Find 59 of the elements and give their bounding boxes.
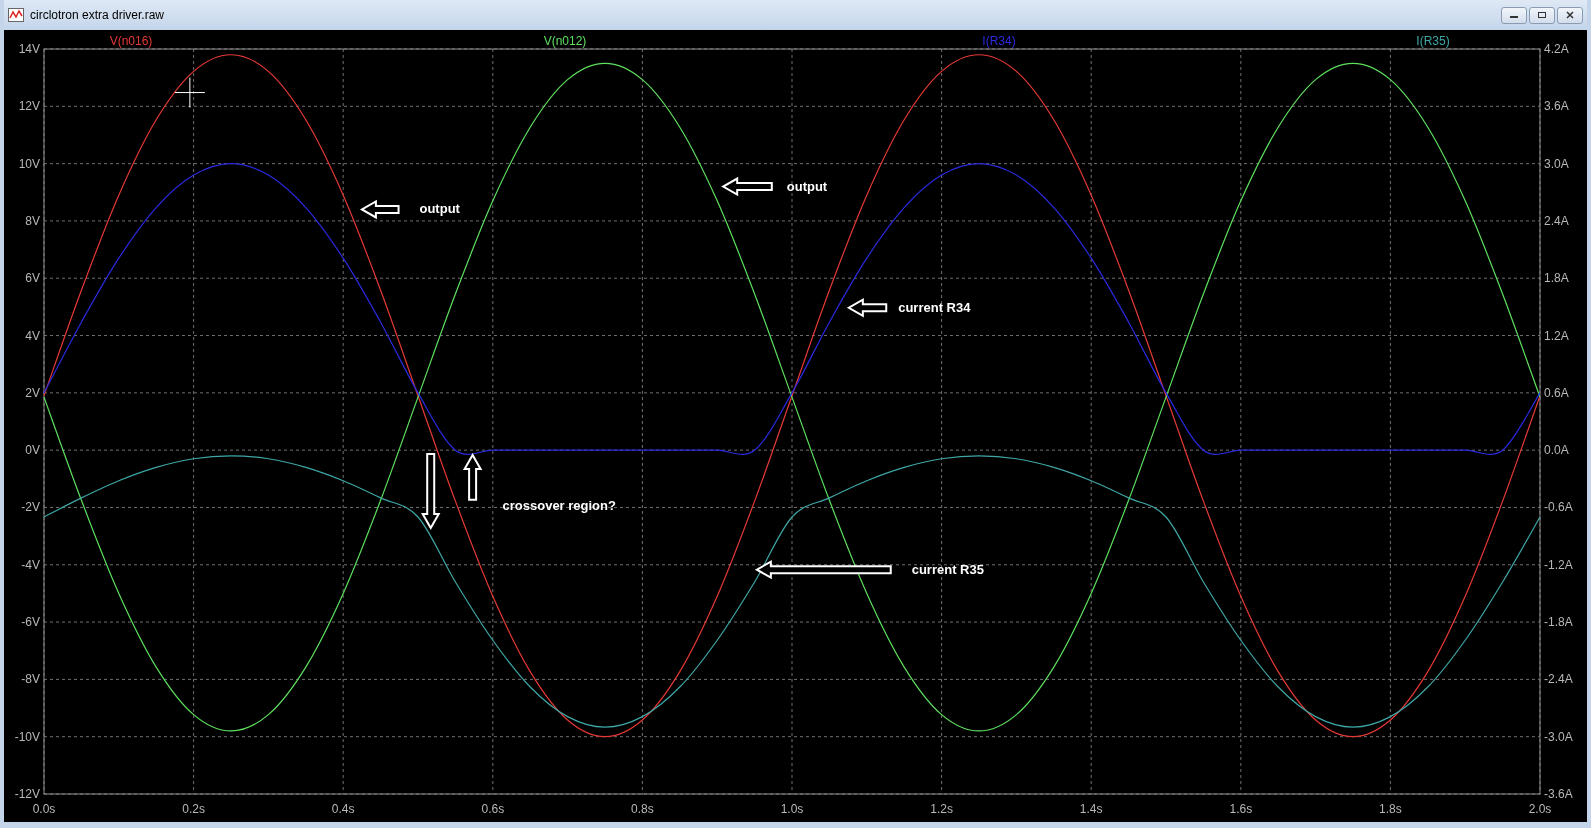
right-axis-tick-label: -0.6A	[1544, 500, 1573, 515]
y-axis-tick-label: -10V	[14, 729, 40, 744]
right-axis-tick-label: -2.4A	[1544, 672, 1573, 687]
arrow-annotation	[846, 298, 888, 318]
y-axis-tick-label: -12V	[14, 787, 40, 801]
y-axis-tick-label: -2V	[21, 500, 40, 515]
y-axis-tick-label: 4V	[25, 328, 40, 343]
y-axis-tick-label: 14V	[18, 42, 40, 56]
right-axis-tick-label: -1.2A	[1544, 557, 1573, 572]
x-axis-tick-label: 0.8s	[631, 802, 654, 816]
close-icon	[1565, 11, 1575, 19]
minimize-button[interactable]	[1501, 6, 1527, 24]
right-axis-tick-label: 0.0A	[1544, 443, 1569, 458]
annotation-text: output	[419, 201, 460, 217]
right-axis-tick-label: 3.0A	[1544, 156, 1569, 171]
y-axis-tick-label: -4V	[21, 557, 40, 572]
y-axis-tick-label: 6V	[25, 271, 40, 286]
right-axis-tick-label: 0.6A	[1544, 385, 1569, 400]
crosshair-cursor-icon	[174, 77, 206, 109]
right-axis-tick-label: -1.8A	[1544, 615, 1573, 630]
trace-name-label[interactable]: V(n012)	[543, 34, 587, 48]
arrow-annotation	[462, 453, 483, 501]
x-axis-tick-label: 1.8s	[1379, 802, 1402, 816]
right-axis-tick-label: -3.0A	[1544, 729, 1573, 744]
y-axis-tick-label: 12V	[18, 99, 40, 114]
y-axis-tick-label: 10V	[18, 156, 40, 171]
restore-icon	[1537, 11, 1547, 19]
y-axis-tick-label: 8V	[25, 213, 40, 228]
y-axis-tick-label: -6V	[21, 615, 40, 630]
right-axis-tick-label: 4.2A	[1544, 42, 1569, 56]
right-axis-tick-label: 1.2A	[1544, 328, 1569, 343]
x-axis-tick-label: 0.2s	[182, 802, 205, 816]
x-axis-tick-label: 2.0s	[1528, 802, 1552, 816]
waveform-app-icon	[8, 8, 24, 22]
right-axis-tick-label: 3.6A	[1544, 99, 1569, 114]
x-axis-tick-label: 1.2s	[930, 802, 953, 816]
right-axis-tick-label: -3.6A	[1544, 787, 1573, 801]
x-axis-tick-label: 0.4s	[331, 802, 355, 816]
x-axis-tick-label: 0.6s	[481, 802, 505, 816]
restore-button[interactable]	[1529, 6, 1555, 24]
annotation-text: current R34	[898, 299, 971, 315]
x-axis-tick-label: 0.0s	[32, 802, 56, 816]
trace-name-label[interactable]: I(R35)	[1416, 34, 1450, 48]
x-axis-tick-label: 1.6s	[1229, 802, 1253, 816]
x-axis-tick-label: 1.0s	[780, 802, 804, 816]
y-axis-tick-label: 0V	[25, 443, 40, 458]
trace-name-label[interactable]: V(n016)	[109, 34, 153, 48]
close-button[interactable]	[1557, 6, 1583, 24]
arrow-annotation	[721, 176, 773, 197]
window-title: circlotron extra driver.raw	[30, 8, 166, 22]
y-axis-tick-label: 2V	[25, 385, 40, 400]
annotation-text: current R35	[911, 561, 984, 577]
right-axis-tick-label: 2.4A	[1544, 213, 1569, 228]
y-axis-tick-label: -8V	[21, 672, 40, 687]
arrow-annotation	[359, 199, 400, 220]
annotation-text: output	[786, 178, 828, 194]
annotation-text: crossover region?	[502, 497, 616, 513]
right-axis-tick-label: 1.8A	[1544, 271, 1569, 286]
x-axis-tick-label: 1.4s	[1079, 802, 1103, 816]
